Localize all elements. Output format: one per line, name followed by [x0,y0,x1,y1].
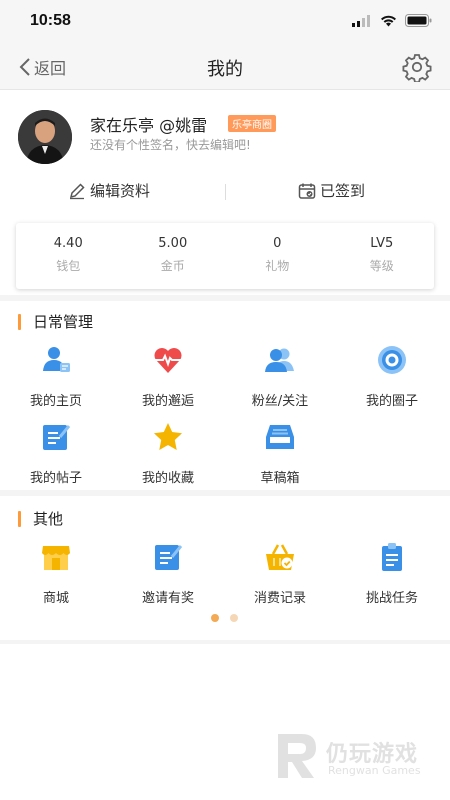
menu-label: 我的主页 [29,394,82,409]
profile-actions: 编辑资料 已签到 [0,172,450,212]
menu-my-encounters[interactable]: 我的邂逅 [112,344,224,409]
section-divider [0,640,450,644]
section-title-text: 日常管理 [33,313,94,331]
signal-icon [352,14,370,27]
battery-icon [405,14,432,27]
stat-level[interactable]: LV5 等级 [330,223,435,289]
menu-label: 挑战任务 [365,591,418,606]
menu-label: 我的圈子 [365,394,418,409]
user-profile-icon [43,347,70,372]
status-time: 10:58 [30,12,71,29]
menu-my-circles[interactable]: 我的圈子 [336,344,448,409]
username: 家在乐亭 @姚雷 [90,116,208,135]
circle-target-icon [378,346,406,374]
stat-value: 0 [273,236,282,251]
divider [225,184,226,200]
menu-label: 我的邂逅 [141,394,194,409]
gear-icon [402,54,432,84]
section-accent-bar [18,510,21,527]
inbox-tray-icon [266,425,294,449]
calendar-check-icon [298,183,316,199]
watermark-text-en: Rengwan Games [328,764,421,777]
checkin-button[interactable]: 已签到 [298,180,365,201]
stat-coins[interactable]: 5.00 金币 [121,223,226,289]
avatar-image [18,110,72,164]
settings-button[interactable] [402,52,432,84]
heart-pulse-icon [154,348,182,373]
post-edit-icon [43,425,71,450]
stats-card: 4.40 钱包 5.00 金币 0 礼物 LV5 等级 [16,223,434,289]
page-title: 我的 [207,59,243,80]
menu-label: 粉丝/关注 [251,394,309,409]
status-badge: 乐亭商圈 [228,115,276,132]
section-title-text: 其他 [33,510,64,528]
menu-label: 邀请有奖 [141,591,194,606]
nav-bar: 返回 我的 [0,44,450,90]
menu-my-posts[interactable]: 我的帖子 [0,421,112,486]
stat-value: 4.40 [53,236,83,251]
avatar[interactable] [18,110,72,164]
section-accent-bar [18,313,21,330]
status-bar: 10:58 [0,0,450,44]
profile-header: 家在乐亭 @姚雷 乐亭商圈 还没有个性签名，快去编辑吧! [0,90,450,170]
basket-icon [266,544,294,570]
edit-profile-button[interactable]: 编辑资料 [68,180,150,201]
star-icon [154,423,182,450]
menu-challenges[interactable]: 挑战任务 [336,541,448,606]
stat-wallet[interactable]: 4.40 钱包 [16,223,121,289]
watermark-logo-icon [278,734,316,778]
menu-invite[interactable]: 邀请有奖 [112,541,224,606]
section-title-other: 其他 [18,508,63,529]
edit-profile-label: 编辑资料 [90,182,151,200]
pencil-icon [69,182,85,199]
stat-value: 5.00 [158,236,188,251]
checkin-label: 已签到 [320,182,366,200]
menu-drafts[interactable]: 草稿箱 [224,421,336,486]
stat-value: LV5 [370,236,394,251]
section-divider [0,295,450,301]
menu-shop[interactable]: 商城 [0,541,112,606]
section-divider [0,490,450,496]
watermark: 仍玩游戏 Rengwan Games [272,728,442,784]
invite-icon [155,545,183,570]
menu-label: 商城 [42,591,69,606]
menu-my-homepage[interactable]: 我的主页 [0,344,112,409]
menu-my-favorites[interactable]: 我的收藏 [112,421,224,486]
clipboard-icon [382,543,402,571]
page-indicator [211,614,238,622]
menu-label: 草稿箱 [260,471,300,486]
stat-label: 钱包 [56,259,81,273]
page-dot[interactable] [230,614,238,622]
stat-gifts[interactable]: 0 礼物 [225,223,330,289]
menu-label: 消费记录 [253,591,306,606]
menu-followers[interactable]: 粉丝/关注 [224,344,336,409]
status-icons [352,14,432,27]
shop-icon [42,546,70,570]
page-dot-active[interactable] [211,614,219,622]
menu-spending-records[interactable]: 消费记录 [224,541,336,606]
stat-label: 等级 [369,259,394,273]
stat-label: 礼物 [265,259,290,273]
wifi-icon [381,15,396,26]
menu-label: 我的帖子 [29,471,82,486]
signature[interactable]: 还没有个性签名，快去编辑吧! [90,136,251,153]
menu-label: 我的收藏 [141,471,194,486]
followers-icon [265,348,294,372]
stat-label: 金币 [160,259,185,273]
section-title-daily: 日常管理 [18,311,93,332]
